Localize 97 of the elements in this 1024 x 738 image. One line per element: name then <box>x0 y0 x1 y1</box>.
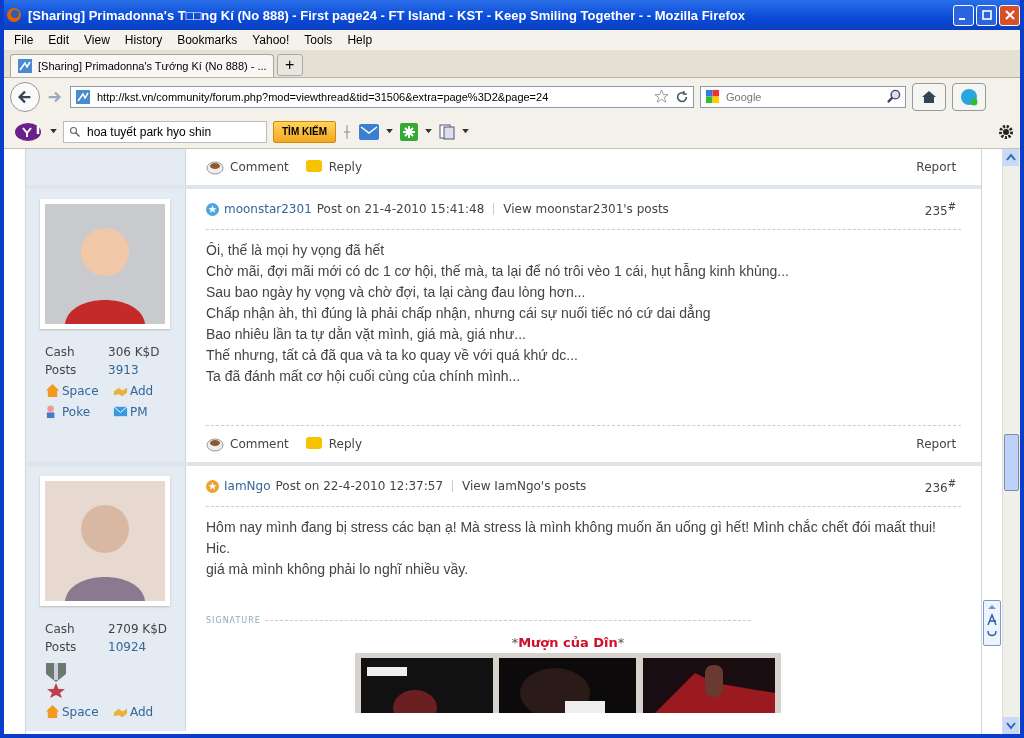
search-icon <box>69 125 81 138</box>
back-to-top-button[interactable] <box>983 600 1002 646</box>
star-icon[interactable] <box>654 89 669 104</box>
search-icon[interactable] <box>886 89 901 104</box>
profile-action-link[interactable]: PM <box>130 404 148 419</box>
post-text: giá mà mình không phải lo nghĩ nhiều vầy. <box>206 560 470 579</box>
post-text: Ôi, thế là mọi hy vọng đã hết <box>206 241 386 260</box>
reply-link[interactable]: Reply <box>328 437 363 451</box>
reply-link[interactable]: Reply <box>328 160 363 174</box>
report-link[interactable]: Report <box>916 437 957 451</box>
scroll-up-icon[interactable] <box>1003 149 1020 166</box>
speech-bubble-icon <box>304 436 323 452</box>
close-button[interactable] <box>999 4 1020 26</box>
minimize-icon <box>959 18 965 20</box>
profile-action-link[interactable]: Poke <box>62 404 91 419</box>
report-link[interactable]: Report <box>916 160 957 174</box>
search-bar[interactable]: Google <box>700 85 906 108</box>
post-text: Bao nhiêu lần ta tự dằn vặt mình, giá mà, giá như... <box>206 325 527 344</box>
minimize-button[interactable] <box>953 4 974 26</box>
menu-item[interactable]: Help <box>347 33 373 47</box>
house-icon <box>45 383 60 398</box>
stat-label: Posts <box>45 640 78 654</box>
post-text: Chờ mãi, đợi mãi mới có dc 1 cơ hội, thế mà, ta lại để nó trôi vèo 1 cái, hụt hẫng kinh khủng... <box>206 262 790 281</box>
profile-action-link[interactable]: Space <box>62 383 99 398</box>
post-text: Hôm nay mình đang bị stress các bạn ạ! Mà stress là mình không muốn ăn uống gì hết! Mình chắc chết đói maất thui! <box>206 518 937 537</box>
signature-label: SIGNATURE <box>206 616 261 625</box>
scrollbar[interactable] <box>1002 149 1020 734</box>
settings-icon[interactable] <box>998 123 1014 140</box>
signature-caption: *Mượn của Dîn* <box>511 635 625 650</box>
cup-icon <box>206 159 224 175</box>
home-button[interactable] <box>912 82 946 111</box>
profile-action-link[interactable]: Space <box>62 704 99 719</box>
speech-bubble-icon <box>304 159 323 175</box>
maximize-icon <box>981 10 992 20</box>
profile-action-link[interactable]: Add <box>130 383 154 398</box>
yahoo-search-field[interactable]: hoa tuyết park hyo shin <box>63 120 267 143</box>
asterisk-icon[interactable] <box>399 121 419 142</box>
splitter-icon <box>342 123 352 140</box>
menu-item[interactable]: File <box>14 33 34 47</box>
envelope-icon <box>113 404 128 419</box>
scroll-down-icon[interactable] <box>1003 717 1020 734</box>
site-icon <box>75 88 91 105</box>
caret-icon[interactable] <box>425 129 432 134</box>
post-number: 235$^{#}$ <box>924 200 957 218</box>
view-posts-link[interactable]: View moonstar2301's posts <box>503 202 669 216</box>
menu-item[interactable]: History <box>124 33 163 47</box>
caret-icon[interactable] <box>462 129 469 134</box>
cup-icon <box>206 436 224 452</box>
comment-link[interactable]: Comment <box>230 160 289 174</box>
menu-item[interactable]: Yahoo! <box>252 33 290 47</box>
yahoo-logo-icon[interactable] <box>14 121 44 142</box>
document-icon[interactable] <box>438 122 456 141</box>
home-icon <box>921 88 937 105</box>
comment-link[interactable]: Comment <box>230 437 289 451</box>
caret-icon[interactable] <box>386 129 393 134</box>
medal-icon <box>45 662 67 698</box>
mail-icon[interactable] <box>358 122 380 141</box>
stat-link[interactable]: 10924 <box>108 640 171 654</box>
post-text: Ta đã đánh mất cơ hội cuối cùng của chính mình... <box>206 367 522 386</box>
post-number: 236$^{#}$ <box>924 477 957 495</box>
close-icon <box>1004 10 1015 20</box>
status-circle-icon <box>959 86 979 107</box>
menu-item[interactable]: Edit <box>48 33 70 47</box>
menu-item[interactable]: Bookmarks <box>177 33 238 47</box>
view-posts-link[interactable]: View IamNgo's posts <box>462 479 587 493</box>
address-bar[interactable]: http://kst.vn/community/forum.php?mod=viewthread&tid=31506&extra=page%3D2&page=24 <box>70 85 694 108</box>
reload-icon[interactable] <box>675 89 689 104</box>
firefox-icon <box>6 7 22 23</box>
yahoo-search-button[interactable]: TÌM KIẾM <box>273 120 336 143</box>
author-link[interactable]: moonstar2301 <box>224 202 312 216</box>
post-date: Post on 22-4-2010 12:37:57 <box>275 479 444 493</box>
menu-item[interactable]: View <box>84 33 110 47</box>
author-link[interactable]: IamNgo <box>224 479 271 493</box>
window-title: [Sharing] Primadonna's T□□ng Kí (No 888) - First page24 - FT Island - KST - Keep Smiling Together - - Mozilla Firefox <box>28 7 746 23</box>
stat-label: Cash <box>45 345 76 359</box>
house-icon <box>45 704 60 719</box>
caret-icon[interactable] <box>50 129 57 134</box>
post-text: Thế nhưng, tất cả đã qua và ta ko quay về với quá khứ dc... <box>206 346 579 365</box>
post-text: Hic. <box>206 539 232 558</box>
google-icon <box>705 89 720 104</box>
menu-item[interactable]: Tools <box>304 33 333 47</box>
post-date: Post on 21-4-2010 15:41:48 <box>316 202 485 216</box>
stat-label: Posts <box>45 363 78 377</box>
maximize-button[interactable] <box>976 4 997 26</box>
new-tab-button[interactable]: + <box>276 54 303 76</box>
post-text: Chấp nhận àh, thì đúng là phải chấp nhận, nhưng cái sự nuối tiếc nó cứ dai dẳng <box>206 303 712 323</box>
stat-link[interactable]: 3913 <box>108 363 171 377</box>
site-icon <box>17 58 33 74</box>
toolbar-button[interactable] <box>952 82 986 111</box>
stat-label: Cash <box>45 622 76 636</box>
stat-value: 2709 K$D <box>108 622 169 636</box>
post-text: Sau bao ngày hy vọng và chờ đợi, ta lại càng đau lòng hơn... <box>206 283 587 302</box>
browser-tab[interactable]: [Sharing] Primadonna's Tướng Kí (No 888) - ... <box>10 54 274 77</box>
stat-value: 306 K$D <box>108 345 161 359</box>
profile-action-link[interactable]: Add <box>130 704 154 719</box>
scroll-thumb[interactable] <box>1004 434 1019 491</box>
back-button[interactable] <box>10 81 40 112</box>
